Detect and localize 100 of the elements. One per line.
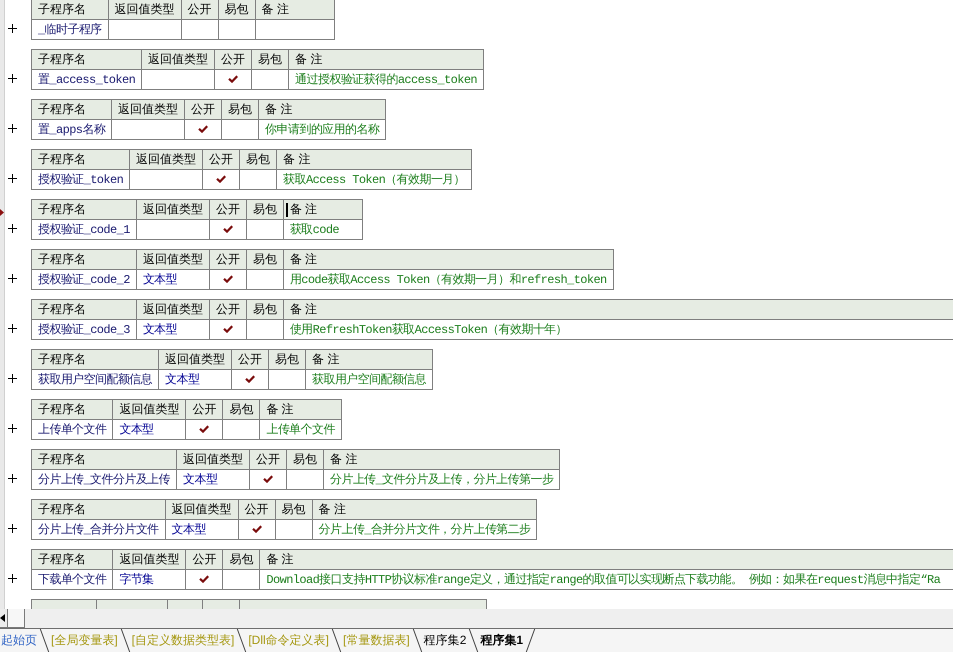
column-header: 备 注 <box>265 102 293 116</box>
column-header: 返回值类型 <box>119 552 180 566</box>
plus-icon[interactable] <box>8 24 17 33</box>
column-header: 易包 <box>252 302 277 316</box>
column-header: 备 注 <box>295 52 323 66</box>
return-type: 文本型 <box>142 323 178 337</box>
plus-icon[interactable] <box>8 224 17 233</box>
column-header: 易包 <box>275 352 300 366</box>
procedure-name: 置_apps名称 <box>38 123 106 137</box>
column-header: 易包 <box>229 552 254 566</box>
column-header: 返回值类型 <box>114 2 175 16</box>
scrollbar-thumb[interactable] <box>8 609 25 628</box>
column-header: 易包 <box>258 52 282 66</box>
column-header: 备 注 <box>290 302 318 316</box>
column-header: 易包 <box>252 252 277 266</box>
procedure-name: 授权验证_token <box>38 173 124 187</box>
column-header: 返回值类型 <box>118 102 178 116</box>
procedure-name: 上传单个文件 <box>38 423 106 437</box>
column-header: 公开 <box>191 102 216 116</box>
return-type: 文本型 <box>142 273 178 287</box>
column-header: 公开 <box>256 452 280 466</box>
column-header: 公开 <box>216 202 240 216</box>
plus-icon[interactable] <box>8 274 17 283</box>
remark-text: 获取Access Token（有效期一月） <box>283 173 466 187</box>
column-header: 返回值类型 <box>142 202 203 216</box>
column-header: 返回值类型 <box>165 352 226 366</box>
return-type: 文本型 <box>119 423 154 437</box>
plus-icon[interactable] <box>8 324 17 333</box>
scroll-left-button[interactable] <box>0 609 8 628</box>
column-header: 易包 <box>293 452 318 466</box>
procedure-name: 授权验证_code_3 <box>38 323 130 337</box>
plus-icon[interactable] <box>8 374 17 383</box>
remark-text: 使用RefreshToken获取AccessToken（有效期十年） <box>290 323 568 337</box>
procedure-name: 授权验证_code_2 <box>38 273 130 287</box>
column-header: 返回值类型 <box>142 302 203 316</box>
plus-icon[interactable] <box>8 124 17 133</box>
tab[interactable]: 起始页 <box>0 629 50 652</box>
tab[interactable]: [自定义数据类型表] <box>130 629 248 652</box>
column-header: 子程序名 <box>38 552 86 566</box>
return-type: 字节集 <box>119 573 154 587</box>
column-header: 子程序名 <box>38 52 86 66</box>
column-header: 易包 <box>228 102 252 116</box>
column-header: 公开 <box>192 402 216 416</box>
remark-text: 获取用户空间配额信息 <box>312 373 426 387</box>
column-header: 易包 <box>252 202 277 216</box>
column-header: 公开 <box>209 152 234 166</box>
procedure-name: 分片上传_文件分片及上传 <box>38 473 170 487</box>
plus-icon[interactable] <box>8 524 17 533</box>
column-header: 子程序名 <box>38 2 86 16</box>
plus-icon[interactable] <box>8 424 17 433</box>
tab[interactable]: 程序集1 <box>479 629 536 652</box>
column-header: 备 注 <box>318 502 346 516</box>
column-header: 易包 <box>224 2 249 16</box>
tab[interactable]: [常量数据表] <box>342 629 423 652</box>
column-header: 易包 <box>246 152 270 166</box>
tab[interactable]: [Dll命令定义表] <box>247 629 342 652</box>
procedure-name: 置_access_token <box>38 73 136 87</box>
column-header: 公开 <box>244 502 269 516</box>
column-header: 公开 <box>221 52 246 66</box>
column-header: 公开 <box>188 2 212 16</box>
column-header: 返回值类型 <box>136 152 196 166</box>
column-header: 子程序名 <box>38 102 86 116</box>
return-type: 文本型 <box>172 523 206 537</box>
column-header: 备 注 <box>283 152 311 166</box>
column-header: 子程序名 <box>38 352 86 366</box>
column-header: 备 注 <box>290 202 318 216</box>
column-header: 返回值类型 <box>183 452 244 466</box>
column-header: 子程序名 <box>38 452 86 466</box>
column-header: 公开 <box>238 352 262 366</box>
horizontal-scrollbar[interactable] <box>0 609 953 628</box>
column-header: 备 注 <box>330 452 358 466</box>
column-header: 子程序名 <box>38 152 86 166</box>
plus-icon[interactable] <box>8 74 17 83</box>
column-header: 备 注 <box>266 402 294 416</box>
procedure-name: 分片上传_合并分片文件 <box>38 523 159 537</box>
column-header: 备 注 <box>262 2 289 16</box>
column-header: 返回值类型 <box>119 402 180 416</box>
column-header: 公开 <box>192 552 216 566</box>
column-header: 备 注 <box>312 352 340 366</box>
column-header: 返回值类型 <box>142 252 203 266</box>
column-header: 子程序名 <box>38 252 86 266</box>
plus-icon[interactable] <box>8 574 17 583</box>
remark-text: 分片上传_合并分片文件，分片上传第二步 <box>318 523 530 537</box>
column-header: 备 注 <box>266 552 294 566</box>
procedure-name: 下载单个文件 <box>38 573 106 587</box>
column-header: 子程序名 <box>38 402 86 416</box>
remark-text: 用code获取Access Token（有效期一月）和refresh_token <box>290 273 607 287</box>
column-header: 子程序名 <box>38 202 86 216</box>
tab[interactable]: [全局变量表] <box>50 629 131 652</box>
plus-icon[interactable] <box>8 174 17 183</box>
plus-icon[interactable] <box>8 474 17 483</box>
column-header: 子程序名 <box>38 502 86 516</box>
column-header: 易包 <box>282 502 306 516</box>
arrow-left-icon <box>0 614 5 622</box>
procedure-name: 获取用户空间配额信息 <box>38 373 152 387</box>
return-type: 文本型 <box>183 473 218 487</box>
tab[interactable]: 程序集2 <box>422 629 480 652</box>
remark-text: Download接口支持HTTP协议标准range定义，通过指定range的取值可以实现断点下载功能。 例如：如果在request消息中指定“Ra <box>266 573 940 587</box>
column-header: 备 注 <box>290 252 318 266</box>
column-header: 易包 <box>229 402 254 416</box>
